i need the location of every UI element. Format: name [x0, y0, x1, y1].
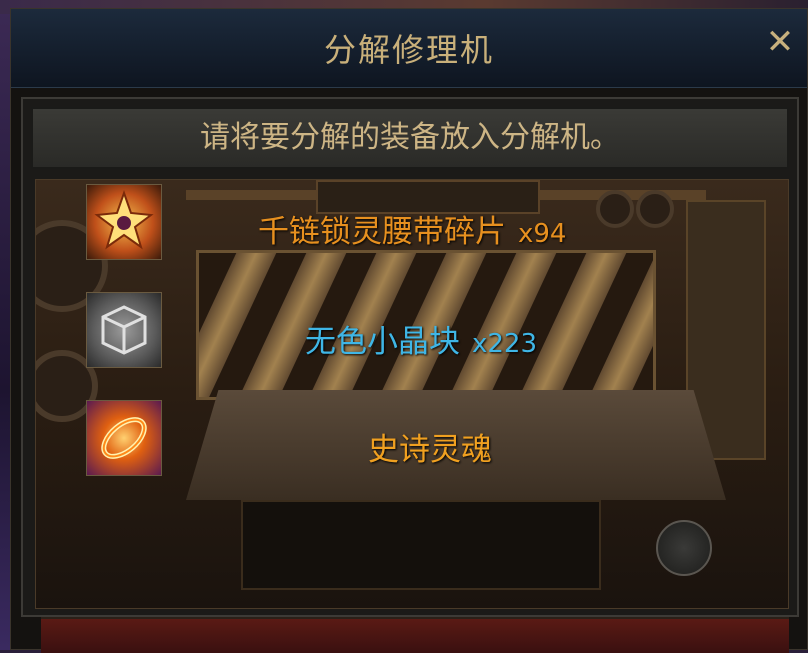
item-label: 千链锁灵腰带碎片 x94	[258, 206, 566, 251]
window-titlebar: 分解修理机 ✕	[11, 9, 807, 88]
epic-soul-icon[interactable]	[86, 400, 162, 476]
window-title: 分解修理机	[323, 31, 494, 69]
belt-fragment-icon[interactable]	[86, 184, 162, 260]
knob-icon[interactable]	[656, 520, 712, 576]
bolt-decoration	[596, 190, 634, 228]
item-label: 无色小晶块 x223	[305, 316, 537, 361]
bolt-decoration	[636, 190, 674, 228]
close-icon[interactable]: ✕	[763, 25, 797, 59]
ring-icon	[101, 417, 147, 459]
colorless-crystal-icon[interactable]	[86, 292, 162, 368]
item-name: 无色小晶块	[305, 324, 460, 360]
cube-icon	[101, 305, 147, 355]
lower-slot	[241, 500, 601, 590]
star-icon	[94, 189, 154, 250]
item-qty: x94	[518, 219, 567, 249]
bottom-bar	[41, 617, 789, 653]
item-name: 史诗灵魂	[368, 432, 492, 468]
instruction-banner: 请将要分解的装备放入分解机。	[31, 107, 789, 169]
item-label: 史诗灵魂	[368, 424, 492, 469]
item-name: 千链锁灵腰带碎片	[258, 214, 506, 250]
item-qty: x223	[472, 329, 538, 359]
